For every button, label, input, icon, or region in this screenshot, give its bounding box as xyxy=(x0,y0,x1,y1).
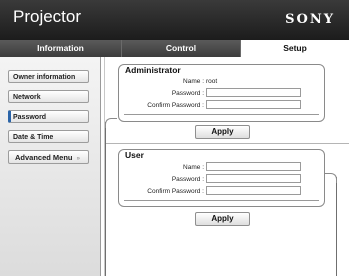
admin-password-field[interactable] xyxy=(206,88,301,97)
chevron-double-right-icon: » xyxy=(76,156,80,162)
user-name-field[interactable] xyxy=(206,162,301,171)
admin-password-label: Password : xyxy=(171,90,204,97)
sidebar-divider xyxy=(100,57,101,276)
leader-line-left xyxy=(105,122,106,276)
user-password-label: Password : xyxy=(171,176,204,183)
main-tabs: Information Control Setup xyxy=(0,40,349,57)
user-confirm-password-field[interactable] xyxy=(206,186,301,195)
advanced-menu-label: Advanced Menu xyxy=(15,153,73,162)
user-password-field[interactable] xyxy=(206,174,301,183)
tab-control[interactable]: Control xyxy=(122,40,241,57)
sidebar-item-owner-information[interactable]: Owner information xyxy=(8,70,89,83)
app-header: Projector SONY xyxy=(0,0,349,40)
sidebar-item-network[interactable]: Network xyxy=(8,90,89,103)
sidebar-item-advanced-menu[interactable]: Advanced Menu » xyxy=(8,150,89,164)
user-confirm-password-label: Confirm Password : xyxy=(147,188,204,195)
sidebar-item-password[interactable]: Password xyxy=(8,110,89,123)
sidebar-item-date-time[interactable]: Date & Time xyxy=(8,130,89,143)
admin-apply-button[interactable]: Apply xyxy=(195,125,250,139)
bracket-corner-left xyxy=(105,118,117,128)
administrator-fieldset: Administrator Name : root Password : Con… xyxy=(118,64,325,122)
tab-information[interactable]: Information xyxy=(0,40,122,57)
user-apply-button[interactable]: Apply xyxy=(195,212,250,226)
admin-fieldset-divider xyxy=(124,114,319,115)
section-divider xyxy=(105,143,349,144)
admin-name-label: Name : xyxy=(183,78,204,85)
bracket-corner-right xyxy=(325,173,337,183)
admin-confirm-password-label: Confirm Password : xyxy=(147,102,204,109)
user-legend: User xyxy=(124,150,145,160)
user-fieldset: User Name : Password : Confirm Password … xyxy=(118,149,325,207)
tab-setup[interactable]: Setup xyxy=(241,40,349,57)
app-title: Projector xyxy=(13,7,82,26)
user-fieldset-divider xyxy=(124,200,319,201)
admin-name-value: root xyxy=(206,78,218,85)
admin-confirm-password-field[interactable] xyxy=(206,100,301,109)
user-name-label: Name : xyxy=(183,164,204,171)
administrator-legend: Administrator xyxy=(124,65,182,75)
leader-line-right xyxy=(336,177,337,276)
brand-logo: SONY xyxy=(285,12,335,27)
